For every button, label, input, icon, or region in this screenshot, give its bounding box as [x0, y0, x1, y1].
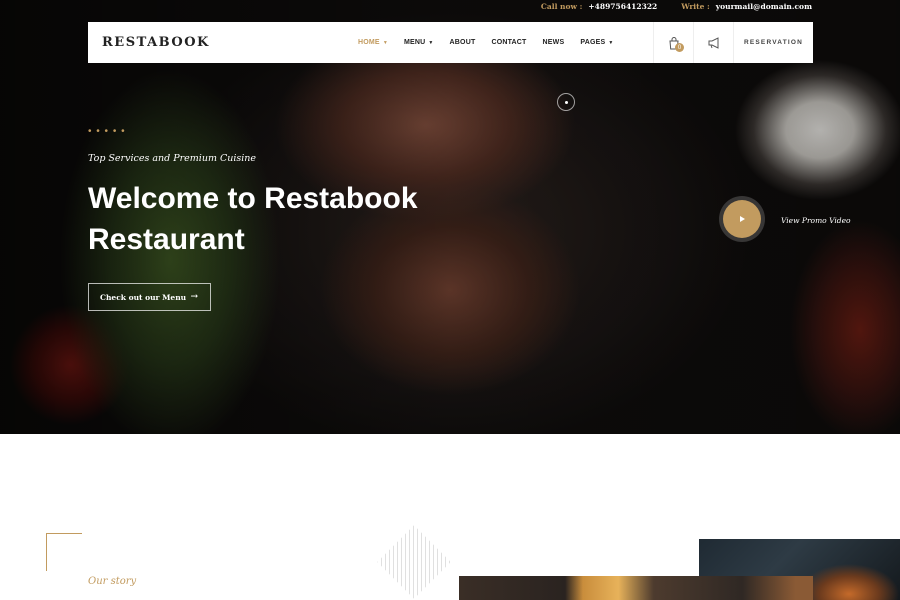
site-logo[interactable]: RESTABOOK: [88, 35, 358, 50]
nav-item-pages[interactable]: PAGES ▼: [580, 39, 613, 46]
reservation-button[interactable]: RESERVATION: [733, 22, 813, 63]
play-icon: [740, 216, 745, 222]
our-story-label: Our story: [88, 576, 137, 587]
nav-item-contact[interactable]: CONTACT: [491, 39, 526, 46]
cart-count-badge: 0: [675, 43, 684, 52]
top-contact-bar: Call now : +489756412322 Write : yourmai…: [541, 2, 812, 11]
call-label: Call now :: [540, 2, 583, 11]
caret-down-icon: ▼: [608, 39, 614, 46]
main-navbar: RESTABOOK HOME ▼ MENU ▼ ABOUT CONTACT NE…: [88, 22, 813, 63]
play-video-button[interactable]: [723, 200, 761, 238]
write-label: Write :: [681, 2, 710, 11]
hero-section: Call now : +489756412322 Write : yourmai…: [0, 0, 900, 434]
nav-item-label: HOME: [358, 39, 380, 46]
nav-item-label: CONTACT: [491, 39, 527, 46]
nav-item-home[interactable]: HOME ▼: [358, 39, 388, 46]
cart-button[interactable]: 0: [653, 22, 693, 63]
check-menu-button[interactable]: Check out our Menu →: [88, 283, 211, 311]
scroll-indicator-icon[interactable]: [557, 93, 575, 111]
megaphone-icon: [708, 36, 718, 49]
nav-item-label: MENU: [403, 39, 426, 46]
caret-down-icon: ▼: [428, 39, 434, 46]
decorative-dots: • • • • •: [88, 126, 126, 137]
hero-subtitle: Top Services and Premium Cuisine: [88, 153, 257, 164]
story-image-primary: [459, 576, 813, 600]
nav-menu: HOME ▼ MENU ▼ ABOUT CONTACT NEWS PAGES ▼: [358, 39, 614, 46]
nav-item-label: PAGES: [580, 39, 606, 46]
decorative-hatch: [377, 525, 451, 599]
nav-item-label: ABOUT: [449, 39, 476, 46]
nav-item-label: NEWS: [542, 39, 565, 46]
nav-item-news[interactable]: NEWS: [543, 39, 565, 46]
decorative-corner: [46, 533, 82, 571]
caret-down-icon: ▼: [382, 39, 388, 46]
hero-headline: Welcome to Restabook Restaurant: [88, 182, 418, 256]
check-menu-label: Check out our Menu: [100, 292, 187, 302]
nav-item-about[interactable]: ABOUT: [450, 39, 476, 46]
promo-video-label[interactable]: View Promo Video: [781, 216, 851, 225]
announcement-button[interactable]: [693, 22, 733, 63]
arrow-right-icon: →: [190, 292, 198, 302]
email-link[interactable]: yourmail@domain.com: [716, 2, 812, 11]
nav-item-menu[interactable]: MENU ▼: [404, 39, 434, 46]
phone-number[interactable]: +489756412322: [588, 2, 657, 11]
